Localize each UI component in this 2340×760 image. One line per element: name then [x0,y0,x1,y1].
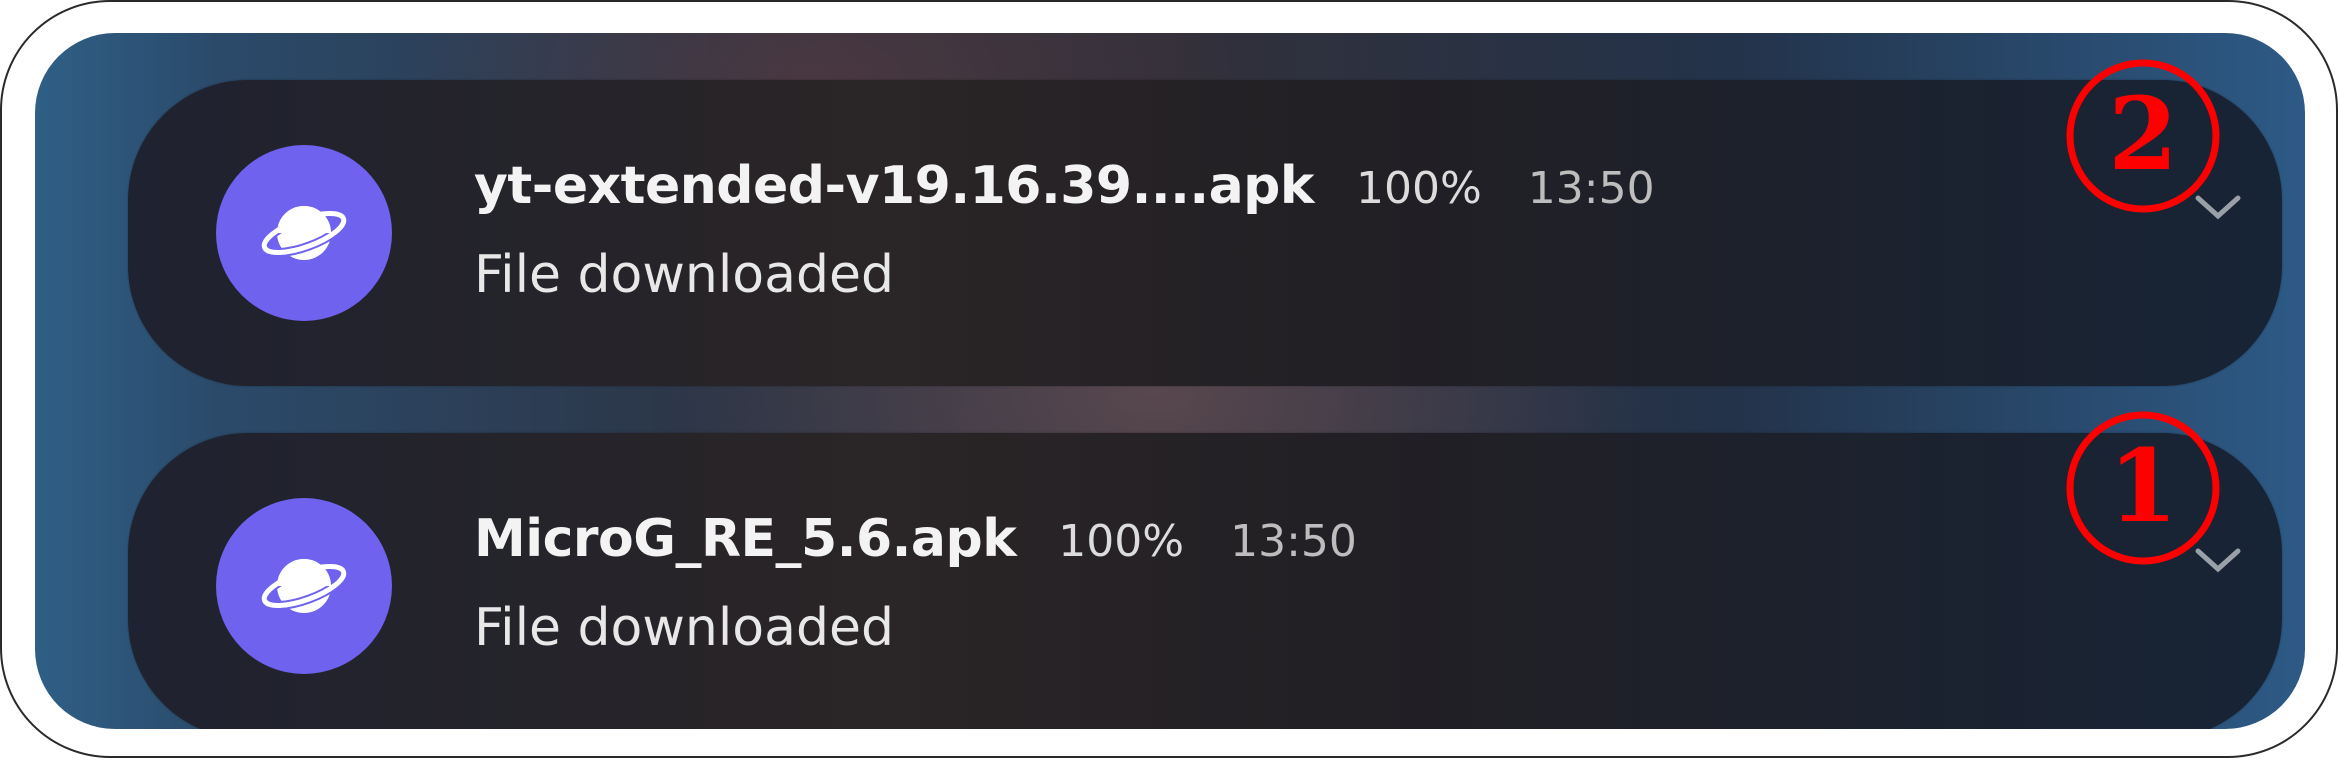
browser-planet-icon [216,145,392,321]
browser-planet-icon [216,498,392,674]
screenshot-frame: yt-extended-v19.16.39....apk 100% 13:50 … [0,0,2338,758]
file-name: MicroG_RE_5.6.apk [474,509,1017,569]
download-notification-1[interactable]: yt-extended-v19.16.39....apk 100% 13:50 … [128,80,2282,386]
download-progress: 100% [1058,516,1185,567]
step-number: 1 [2108,427,2178,545]
step-1-annotation: 1 [2066,411,2220,565]
download-status: File downloaded [474,245,894,305]
notification-panel: yt-extended-v19.16.39....apk 100% 13:50 … [35,33,2305,729]
notification-header: MicroG_RE_5.6.apk 100% 13:50 [474,509,1357,569]
step-2-annotation: 2 [2066,59,2220,213]
step-number: 2 [2108,75,2178,193]
download-status: File downloaded [474,598,894,658]
download-progress: 100% [1356,163,1482,214]
notification-header: yt-extended-v19.16.39....apk 100% 13:50 [474,156,1655,216]
download-notification-2[interactable]: MicroG_RE_5.6.apk 100% 13:50 File downlo… [128,433,2282,729]
file-name: yt-extended-v19.16.39....apk [474,156,1315,216]
notification-time: 13:50 [1230,516,1357,567]
notification-time: 13:50 [1527,163,1655,214]
